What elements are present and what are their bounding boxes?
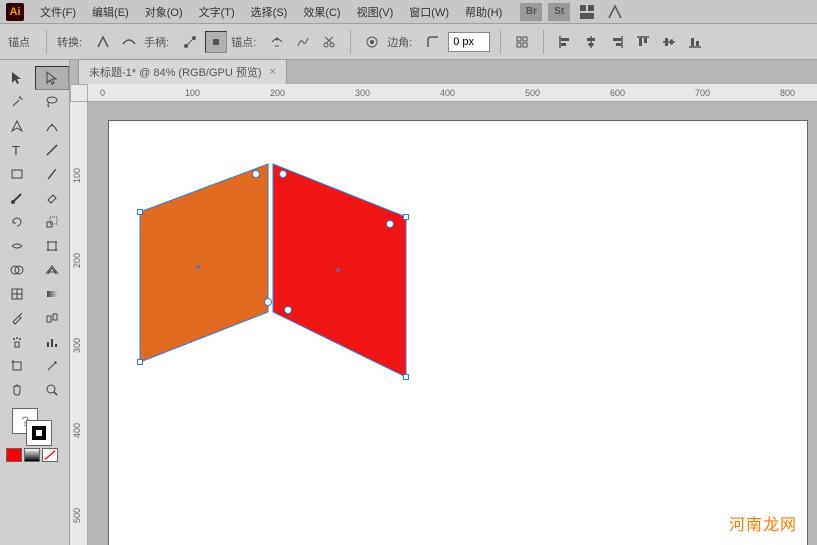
shape-left[interactable]: [140, 164, 268, 362]
corner-type-icon[interactable]: [422, 31, 444, 53]
line-tool[interactable]: [35, 138, 70, 162]
convert-corner-icon[interactable]: [92, 31, 114, 53]
menu-help[interactable]: 帮助(H): [459, 2, 508, 22]
blend-tool[interactable]: [35, 306, 70, 330]
anchor-point-label: 锚点: [8, 34, 30, 50]
menu-effect[interactable]: 效果(C): [297, 2, 346, 22]
tab-close-icon[interactable]: ×: [270, 66, 276, 78]
lasso-tool[interactable]: [35, 90, 70, 114]
mesh-tool[interactable]: [0, 282, 35, 306]
slice-tool[interactable]: [35, 354, 70, 378]
anchor-point[interactable]: [279, 170, 287, 178]
shape-builder-tool[interactable]: [0, 258, 35, 282]
align-top-icon[interactable]: [632, 31, 654, 53]
hide-handles-icon[interactable]: [205, 31, 227, 53]
menu-type[interactable]: 文字(T): [193, 2, 241, 22]
free-transform-tool[interactable]: [35, 234, 70, 258]
anchor-point[interactable]: [264, 298, 272, 306]
symbol-sprayer-tool[interactable]: [0, 330, 35, 354]
align-left-icon[interactable]: [554, 31, 576, 53]
ruler-vertical[interactable]: 100 200 300 400 500: [70, 102, 88, 545]
stroke-chip[interactable]: [26, 420, 52, 446]
shaper-tool[interactable]: [0, 186, 35, 210]
curvature-tool[interactable]: [35, 114, 70, 138]
corner-radius-input[interactable]: [448, 32, 490, 52]
pen-tool[interactable]: [0, 114, 35, 138]
fill-stroke-chips[interactable]: ?: [0, 406, 69, 446]
app-logo: Ai: [6, 3, 24, 21]
handles-label: 手柄:: [144, 34, 169, 50]
canvas[interactable]: 河南龙网: [88, 102, 817, 545]
corner-label: 边角:: [387, 34, 412, 50]
artboard-tool[interactable]: [0, 354, 35, 378]
show-handles-icon[interactable]: [179, 31, 201, 53]
gpu-icon[interactable]: [604, 1, 626, 23]
bbox-handle[interactable]: [403, 214, 409, 220]
align-bottom-icon[interactable]: [684, 31, 706, 53]
swatch-gradient[interactable]: [24, 448, 40, 462]
connect-anchor-icon[interactable]: [292, 31, 314, 53]
bbox-handle[interactable]: [137, 209, 143, 215]
control-bar: 锚点 转换: 手柄: 锚点: 边角:: [0, 24, 817, 60]
isolate-icon[interactable]: [361, 31, 383, 53]
menu-object[interactable]: 对象(O): [139, 2, 189, 22]
bbox-handle[interactable]: [403, 374, 409, 380]
gradient-tool[interactable]: [35, 282, 70, 306]
rectangle-tool[interactable]: [0, 162, 35, 186]
menu-window[interactable]: 窗口(W): [403, 2, 455, 22]
center-point: [337, 269, 340, 272]
svg-text:T: T: [12, 143, 20, 158]
document-tab-bar: 未标题-1* @ 84% (RGB/GPU 预览) ×: [70, 60, 817, 84]
anchors-label: 锚点:: [231, 34, 256, 50]
anchor-point[interactable]: [386, 220, 394, 228]
type-tool[interactable]: T: [0, 138, 35, 162]
eraser-tool[interactable]: [35, 186, 70, 210]
rotate-tool[interactable]: [0, 210, 35, 234]
zoom-tool[interactable]: [35, 378, 70, 402]
align-vcenter-icon[interactable]: [658, 31, 680, 53]
shape-right[interactable]: [273, 164, 406, 377]
scale-tool[interactable]: [35, 210, 70, 234]
anchor-point[interactable]: [284, 306, 292, 314]
magic-wand-tool[interactable]: [0, 90, 35, 114]
anchor-point[interactable]: [252, 170, 260, 178]
tab-title: 未标题-1* @ 84% (RGB/GPU 预览): [89, 64, 262, 80]
convert-smooth-icon[interactable]: [118, 31, 140, 53]
width-tool[interactable]: [0, 234, 35, 258]
arrange-docs-icon[interactable]: [576, 1, 598, 23]
center-point: [197, 266, 200, 269]
menu-select[interactable]: 选择(S): [245, 2, 294, 22]
cut-path-icon[interactable]: [318, 31, 340, 53]
bbox-handle[interactable]: [137, 359, 143, 365]
ruler-origin[interactable]: [70, 84, 88, 102]
selected-shapes[interactable]: [128, 152, 418, 382]
graph-tool[interactable]: [35, 330, 70, 354]
eyedropper-tool[interactable]: [0, 306, 35, 330]
align-to-icon[interactable]: [511, 31, 533, 53]
menu-bar: Ai 文件(F) 编辑(E) 对象(O) 文字(T) 选择(S) 效果(C) 视…: [0, 0, 817, 24]
direct-selection-tool[interactable]: [35, 66, 70, 90]
perspective-grid-tool[interactable]: [35, 258, 70, 282]
align-right-icon[interactable]: [606, 31, 628, 53]
swatch-color[interactable]: [6, 448, 22, 462]
convert-label: 转换:: [57, 34, 82, 50]
menu-file[interactable]: 文件(F): [34, 2, 82, 22]
toolbox: T ?: [0, 60, 70, 545]
document-tab[interactable]: 未标题-1* @ 84% (RGB/GPU 预览) ×: [78, 59, 287, 84]
swatch-none[interactable]: [42, 448, 58, 462]
menu-view[interactable]: 视图(V): [351, 2, 400, 22]
align-hcenter-icon[interactable]: [580, 31, 602, 53]
watermark: 河南龙网: [729, 511, 797, 535]
hand-tool[interactable]: [0, 378, 35, 402]
stock-button[interactable]: St: [548, 3, 570, 21]
remove-anchor-icon[interactable]: [266, 31, 288, 53]
menu-edit[interactable]: 编辑(E): [86, 2, 135, 22]
ruler-horizontal[interactable]: 0 100 200 300 400 500 600 700 800: [88, 84, 817, 102]
selection-tool[interactable]: [0, 66, 35, 90]
bridge-button[interactable]: Br: [520, 3, 542, 21]
paintbrush-tool[interactable]: [35, 162, 70, 186]
